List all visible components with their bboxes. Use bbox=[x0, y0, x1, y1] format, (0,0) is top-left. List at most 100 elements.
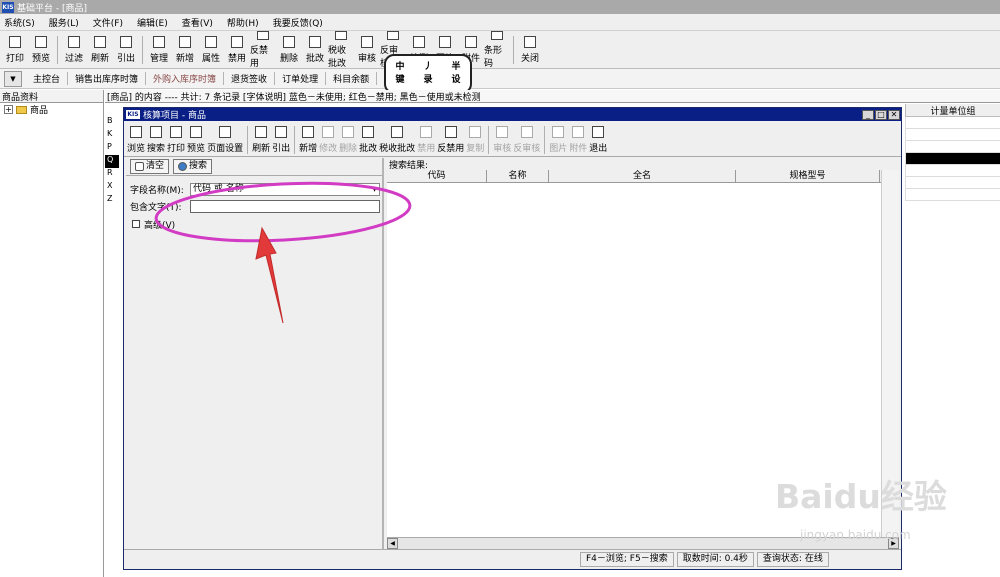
table-row[interactable] bbox=[905, 177, 1000, 189]
letter-index-item[interactable]: X bbox=[105, 181, 119, 194]
tax-edit-button[interactable]: 税收批改 bbox=[378, 121, 416, 159]
print-button[interactable]: 打印 bbox=[2, 31, 28, 69]
close-button[interactable]: 关闭 bbox=[517, 31, 543, 69]
table-row-selected[interactable] bbox=[905, 153, 1000, 165]
expand-icon[interactable]: + bbox=[4, 105, 13, 114]
nav-dropdown-button[interactable]: ▼ bbox=[4, 70, 22, 87]
column-header-spec[interactable]: 规格型号 bbox=[736, 170, 880, 182]
page-setup-button[interactable]: 页面设置 bbox=[206, 121, 244, 159]
menu-service[interactable]: 服务(L) bbox=[49, 16, 79, 29]
maximize-icon[interactable]: □ bbox=[875, 109, 887, 120]
table-row[interactable] bbox=[905, 117, 1000, 129]
dialog-title-bar[interactable]: KIS 核算项目 - 商品 _ □ ✕ bbox=[124, 108, 901, 121]
letter-index-item[interactable]: K bbox=[105, 129, 119, 142]
nav-tab-order-processing[interactable]: 订单处理 bbox=[275, 72, 327, 85]
menu-edit[interactable]: 编辑(E) bbox=[137, 16, 168, 29]
status-fetch-time: 取数时间: 0.4秒 bbox=[676, 552, 754, 567]
disable-button[interactable]: 禁用 bbox=[416, 121, 436, 159]
column-header-name[interactable]: 名称 bbox=[487, 170, 549, 182]
tax-edit-button[interactable]: 税收批改 bbox=[328, 31, 354, 69]
attachment-button[interactable]: 附件 bbox=[568, 121, 588, 159]
image-icon bbox=[552, 126, 565, 138]
advanced-checkbox[interactable] bbox=[132, 220, 140, 228]
edit-button[interactable]: 修改 bbox=[318, 121, 338, 159]
print-icon bbox=[170, 126, 183, 138]
refresh-button[interactable]: 刷新 bbox=[251, 121, 271, 159]
toolbar-label: 审核 bbox=[357, 54, 376, 64]
toolbar-separator bbox=[544, 126, 546, 154]
scroll-left-icon[interactable]: ◀ bbox=[387, 538, 398, 549]
exit-button[interactable]: 退出 bbox=[588, 121, 608, 159]
nav-tab-account-balance[interactable]: 科目余额 bbox=[326, 72, 378, 85]
menu-system[interactable]: 系统(S) bbox=[4, 16, 35, 29]
new-button[interactable]: 新增 bbox=[298, 121, 318, 159]
export-button[interactable]: 引出 bbox=[271, 121, 291, 159]
unapprove-button[interactable]: 反审核 bbox=[512, 121, 541, 159]
toolbar-label: 刷新 bbox=[90, 54, 109, 64]
menu-help[interactable]: 帮助(H) bbox=[227, 16, 259, 29]
new-button[interactable]: 新增 bbox=[172, 31, 198, 69]
nav-tab-sales-outbound[interactable]: 销售出库序时簿 bbox=[68, 72, 147, 85]
new-icon bbox=[302, 126, 315, 138]
image-button[interactable]: 图片 bbox=[548, 121, 568, 159]
enable-button[interactable]: 反禁用 bbox=[436, 121, 465, 159]
chevron-down-icon[interactable]: ▼ bbox=[370, 184, 379, 195]
disable-icon bbox=[231, 36, 243, 48]
batch-edit-button[interactable]: 批改 bbox=[302, 31, 328, 69]
exit-icon bbox=[592, 126, 605, 138]
letter-index-item[interactable]: R bbox=[105, 168, 119, 181]
delete-button[interactable]: 删除 bbox=[276, 31, 302, 69]
approve-button[interactable]: 审核 bbox=[492, 121, 512, 159]
contains-text-input[interactable] bbox=[190, 199, 380, 213]
clear-button[interactable]: 清空 bbox=[130, 159, 170, 174]
export-button[interactable]: 引出 bbox=[113, 31, 139, 69]
print-button[interactable]: 打印 bbox=[166, 121, 186, 159]
menu-feedback[interactable]: 我要反馈(Q) bbox=[273, 16, 323, 29]
page-setup-icon bbox=[219, 126, 232, 138]
toolbar-label: 引出 bbox=[272, 144, 291, 154]
column-header-unit-group[interactable]: 计量单位组 bbox=[905, 104, 1000, 117]
nav-tab-return-receipt[interactable]: 退货签收 bbox=[224, 72, 276, 85]
nav-tab-console[interactable]: 主控台 bbox=[26, 72, 69, 85]
delete-button[interactable]: 删除 bbox=[338, 121, 358, 159]
menu-view[interactable]: 查看(V) bbox=[182, 16, 213, 29]
menu-file[interactable]: 文件(F) bbox=[93, 16, 123, 29]
column-header-fullname[interactable]: 全名 bbox=[549, 170, 736, 182]
letter-index-item-selected[interactable]: Q bbox=[105, 155, 119, 168]
contains-text-label: 包含文字(T): bbox=[130, 202, 182, 213]
refresh-icon bbox=[94, 36, 106, 48]
table-row[interactable] bbox=[905, 189, 1000, 201]
advanced-checkbox-row[interactable]: 高级(V) bbox=[126, 216, 382, 232]
search-button[interactable]: 搜索 bbox=[173, 159, 213, 174]
nav-tab-purchase-inbound[interactable]: 外购入库序时簿 bbox=[146, 72, 225, 85]
close-icon[interactable]: ✕ bbox=[888, 109, 900, 120]
minimize-icon[interactable]: _ bbox=[862, 109, 874, 120]
tree-node-goods[interactable]: + 商品 bbox=[0, 103, 103, 116]
filter-button[interactable]: 过滤 bbox=[61, 31, 87, 69]
toolbar-label: 浏览 bbox=[127, 144, 146, 154]
copy-button[interactable]: 复制 bbox=[465, 121, 485, 159]
search-icon bbox=[150, 126, 163, 138]
browse-button[interactable]: 浏览 bbox=[126, 121, 146, 159]
letter-index-item[interactable]: P bbox=[105, 142, 119, 155]
batch-edit-button[interactable]: 批改 bbox=[358, 121, 378, 159]
enable-button[interactable]: 反禁用 bbox=[250, 31, 276, 69]
letter-index-item[interactable]: B bbox=[105, 116, 119, 129]
search-button[interactable]: 搜索 bbox=[146, 121, 166, 159]
approve-button[interactable]: 审核 bbox=[354, 31, 380, 69]
letter-index-item[interactable]: Z bbox=[105, 194, 119, 207]
table-row[interactable] bbox=[905, 141, 1000, 153]
refresh-button[interactable]: 刷新 bbox=[87, 31, 113, 69]
preview-button[interactable]: 预览 bbox=[28, 31, 54, 69]
table-row[interactable] bbox=[905, 165, 1000, 177]
preview-button[interactable]: 预览 bbox=[186, 121, 206, 159]
barcode-button[interactable]: 条形码 bbox=[484, 31, 510, 69]
manage-button[interactable]: 管理 bbox=[146, 31, 172, 69]
toolbar-label: 打印 bbox=[167, 144, 186, 154]
folder-icon bbox=[16, 105, 27, 114]
table-row[interactable] bbox=[905, 129, 1000, 141]
disable-button[interactable]: 禁用 bbox=[224, 31, 250, 69]
field-name-select[interactable]: 代码 或 名称 ▼ bbox=[190, 182, 380, 196]
column-header-code[interactable]: 代码 bbox=[387, 170, 487, 182]
properties-button[interactable]: 属性 bbox=[198, 31, 224, 69]
